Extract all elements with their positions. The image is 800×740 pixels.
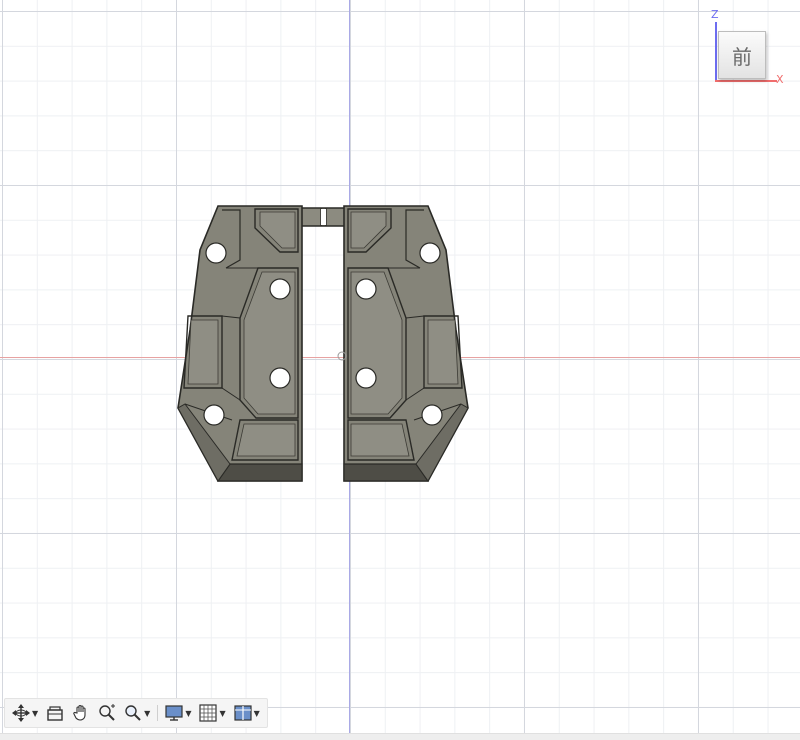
hole — [419, 242, 441, 264]
z-axis-label: Z — [711, 8, 719, 21]
look-at-icon — [47, 706, 63, 721]
zoom-window-button[interactable]: ▼ — [121, 701, 153, 725]
chevron-down-icon[interactable]: ▼ — [32, 709, 38, 718]
chevron-down-icon[interactable]: ▼ — [144, 709, 150, 718]
display-settings-icon — [165, 705, 183, 721]
display-settings-button[interactable]: ▼ — [162, 701, 194, 725]
navigation-toolbar: ▼ ▼ ▼ ▼ ▼ — [4, 698, 268, 728]
orbit-button[interactable]: ▼ — [9, 701, 41, 725]
viewports-button[interactable]: ▼ — [231, 701, 263, 725]
right-part[interactable] — [343, 205, 469, 482]
grid-settings-icon — [199, 704, 218, 722]
model-canvas[interactable] — [0, 0, 800, 739]
hole — [355, 278, 377, 300]
hole — [355, 367, 377, 389]
chevron-down-icon[interactable]: ▼ — [185, 709, 191, 718]
3d-viewport[interactable]: Z X 前 ▼ ▼ ▼ ▼ ▼ — [0, 0, 800, 740]
viewports-icon — [234, 705, 252, 721]
chevron-down-icon[interactable]: ▼ — [254, 709, 260, 718]
orbit-icon — [12, 704, 30, 722]
x-axis-label: X — [776, 73, 784, 86]
hole — [205, 242, 227, 264]
hinge-pin — [299, 207, 347, 227]
zoom-window-icon — [125, 705, 141, 721]
pan-hand-icon — [73, 704, 86, 721]
chevron-down-icon[interactable]: ▼ — [219, 709, 225, 718]
look-at-button[interactable] — [43, 701, 67, 725]
zoom-button[interactable] — [95, 701, 119, 725]
hole — [269, 278, 291, 300]
zoom-icon — [99, 704, 116, 721]
grid-settings-button[interactable]: ▼ — [196, 701, 228, 725]
view-cube[interactable]: Z X 前 — [700, 8, 796, 90]
view-cube-front-face[interactable]: 前 — [718, 31, 766, 79]
toolbar-divider — [157, 705, 159, 721]
pan-button[interactable] — [69, 701, 93, 725]
x-axis-indicator — [715, 80, 777, 82]
hole — [269, 367, 291, 389]
z-axis-indicator — [715, 22, 717, 80]
hole — [421, 404, 443, 426]
hole — [203, 404, 225, 426]
left-part[interactable] — [177, 205, 303, 482]
